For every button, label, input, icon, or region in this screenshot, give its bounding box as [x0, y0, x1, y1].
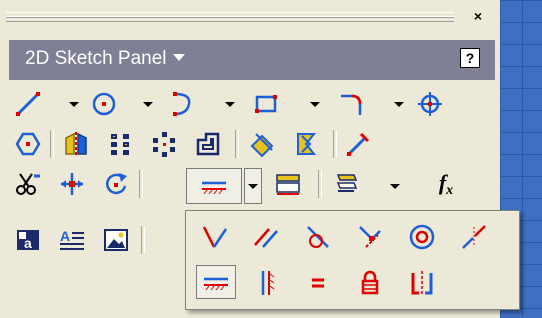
- arc-button[interactable]: [163, 86, 199, 122]
- horizontal-constraint-icon: [204, 277, 228, 291]
- collinear-button[interactable]: [456, 219, 492, 255]
- circular-pattern-button[interactable]: [146, 126, 182, 162]
- rectangular-pattern-button[interactable]: [102, 126, 138, 162]
- circular-pattern-icon: [153, 132, 175, 157]
- fillet-icon: [341, 94, 362, 115]
- panel-title[interactable]: 2D Sketch Panel: [25, 48, 185, 70]
- project-cut-edges-button[interactable]: [288, 126, 324, 162]
- fix-button[interactable]: [352, 265, 388, 301]
- project-geometry-icon: [250, 133, 274, 158]
- line-icon: [16, 92, 40, 116]
- circle-button[interactable]: [86, 86, 122, 122]
- polygon-button[interactable]: [10, 126, 46, 162]
- parameters-icon: fx: [439, 170, 453, 199]
- separator: [139, 170, 143, 198]
- equal-button[interactable]: [300, 265, 336, 301]
- show-constraints-icon: [276, 174, 300, 195]
- concentric-button[interactable]: [404, 219, 440, 255]
- help-button[interactable]: ?: [460, 48, 480, 68]
- separator: [141, 226, 145, 254]
- offset-button[interactable]: [190, 126, 226, 162]
- concentric-icon: [409, 224, 435, 250]
- move-icon: [61, 173, 83, 195]
- project-flat-pattern-icon: [347, 132, 370, 156]
- auto-dimension-button[interactable]: [328, 166, 364, 202]
- polygon-icon: [15, 132, 41, 156]
- constraint-palette: [185, 210, 520, 310]
- constraint-dropdown[interactable]: [244, 168, 262, 204]
- parameters-button[interactable]: fx: [428, 166, 464, 202]
- rectangle-button[interactable]: [248, 86, 284, 122]
- mirror-button[interactable]: [58, 126, 94, 162]
- auto-dimension-icon: [336, 174, 358, 192]
- project-flat-pattern-button[interactable]: [340, 126, 376, 162]
- fillet-button[interactable]: [334, 86, 370, 122]
- constraint-icon: [202, 181, 226, 195]
- separator: [333, 130, 337, 158]
- parallel-icon: [254, 228, 278, 248]
- close-button[interactable]: ×: [466, 6, 490, 26]
- title-dropdown-arrow[interactable]: [172, 54, 185, 61]
- separator: [50, 130, 54, 158]
- project-cut-edges-icon: [297, 133, 317, 155]
- rectangle-dropdown[interactable]: [308, 97, 322, 111]
- horizontal-constraint-button[interactable]: [196, 265, 236, 299]
- circle-icon: [92, 92, 116, 116]
- parallel-button[interactable]: [248, 219, 284, 255]
- panel-titlebar[interactable]: 2D Sketch Panel ?: [9, 40, 495, 80]
- trim-button[interactable]: [10, 166, 46, 202]
- insert-image-button[interactable]: [98, 222, 134, 258]
- vertical-button[interactable]: [248, 265, 284, 301]
- geometry-text-icon: A: [60, 228, 84, 250]
- constraint-button[interactable]: [186, 168, 242, 204]
- coincident-icon: [359, 226, 381, 248]
- coincident-button[interactable]: [352, 219, 388, 255]
- arc-dropdown[interactable]: [223, 97, 237, 111]
- tangent-button[interactable]: [300, 219, 336, 255]
- vertical-icon: [261, 271, 275, 295]
- arc-icon: [173, 92, 191, 116]
- text-button[interactable]: a: [10, 222, 46, 258]
- svg-text:A: A: [60, 228, 70, 244]
- auto-dimension-dropdown[interactable]: [388, 179, 402, 193]
- rectangle-icon: [255, 95, 277, 113]
- text-icon: a: [17, 230, 39, 251]
- point-button[interactable]: [412, 86, 448, 122]
- point-icon: [418, 92, 442, 116]
- symmetric-icon: [411, 271, 433, 295]
- mirror-icon: [65, 132, 87, 156]
- fix-icon: [361, 270, 379, 295]
- circle-dropdown[interactable]: [141, 97, 155, 111]
- move-button[interactable]: [54, 166, 90, 202]
- tangent-icon: [307, 226, 329, 248]
- collinear-icon: [462, 225, 486, 249]
- geometry-text-button[interactable]: A: [54, 222, 90, 258]
- rectangular-pattern-icon: [111, 134, 129, 155]
- line-button[interactable]: [10, 86, 46, 122]
- equal-icon: [312, 278, 324, 288]
- perpendicular-button[interactable]: [196, 219, 232, 255]
- drag-grip[interactable]: [6, 12, 454, 22]
- offset-icon: [196, 132, 220, 156]
- parameters-subscript: x: [446, 182, 454, 198]
- fillet-dropdown[interactable]: [392, 97, 406, 111]
- rotate-button[interactable]: [98, 166, 134, 202]
- insert-image-icon: [104, 229, 128, 251]
- symmetric-button[interactable]: [404, 265, 440, 301]
- show-constraints-button[interactable]: [270, 166, 306, 202]
- separator: [318, 170, 322, 198]
- svg-text:a: a: [24, 235, 32, 251]
- project-geometry-button[interactable]: [244, 126, 280, 162]
- rotate-icon: [106, 173, 127, 195]
- perpendicular-icon: [202, 226, 228, 248]
- panel-title-text: 2D Sketch Panel: [25, 48, 167, 69]
- line-dropdown[interactable]: [67, 97, 81, 111]
- separator: [235, 130, 239, 158]
- trim-icon: [16, 173, 40, 195]
